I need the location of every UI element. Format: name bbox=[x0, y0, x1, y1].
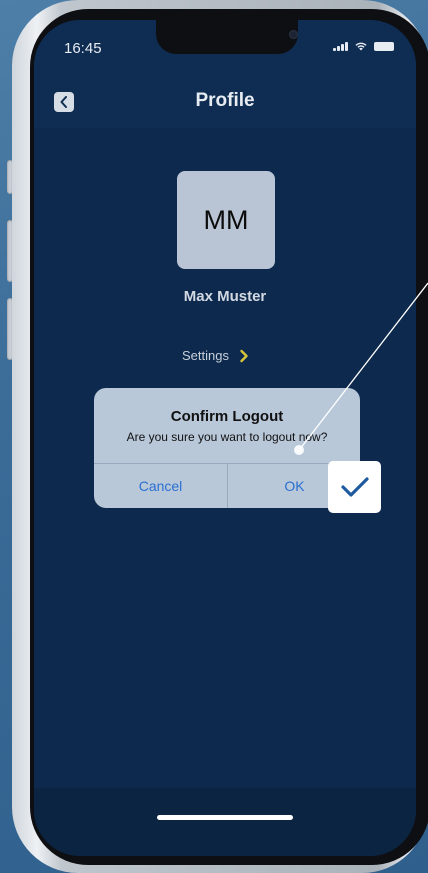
camera-icon bbox=[289, 30, 298, 39]
logout-dialog: Confirm Logout Are you sure you want to … bbox=[94, 388, 360, 508]
notch bbox=[156, 20, 298, 54]
settings-link[interactable]: Settings bbox=[182, 348, 249, 363]
status-icons bbox=[333, 41, 394, 51]
status-time: 16:45 bbox=[64, 40, 102, 57]
settings-label: Settings bbox=[182, 348, 229, 363]
bottom-bar bbox=[34, 788, 416, 856]
nav-bar: Profile bbox=[34, 72, 416, 128]
avatar-initials: MM bbox=[203, 204, 249, 235]
confirm-badge bbox=[328, 461, 381, 513]
signal-icon bbox=[333, 41, 348, 51]
dialog-message: Are you sure you want to logout now? bbox=[126, 430, 328, 444]
dialog-title: Confirm Logout bbox=[170, 408, 284, 425]
avatar: MM bbox=[177, 171, 275, 269]
chevron-right-icon bbox=[240, 349, 248, 362]
app-screen: 16:45 Profile MM Max Muster Settings Con… bbox=[34, 20, 416, 856]
checkmark-icon bbox=[340, 477, 369, 497]
page-title: Profile bbox=[195, 90, 255, 111]
battery-icon bbox=[374, 41, 394, 51]
cancel-button[interactable]: Cancel bbox=[94, 464, 227, 508]
home-indicator[interactable] bbox=[157, 815, 293, 820]
profile-name: Max Muster bbox=[183, 288, 267, 305]
wifi-icon bbox=[355, 42, 367, 51]
